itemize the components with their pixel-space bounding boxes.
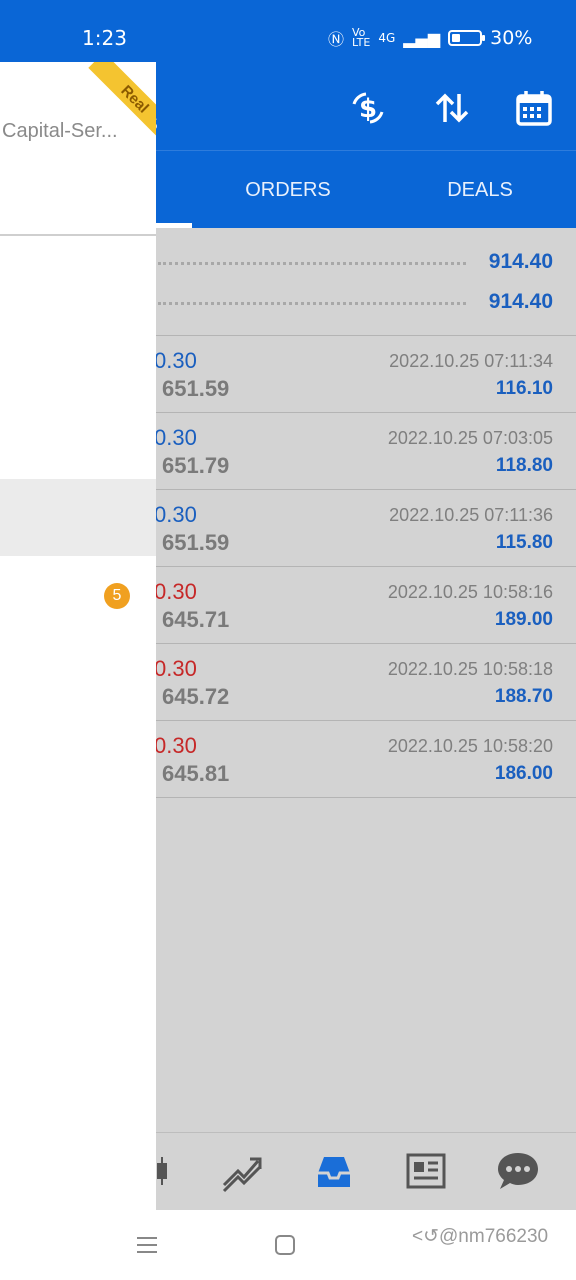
trade-time: 2022.10.25 10:58:18 bbox=[387, 659, 553, 679]
trade-profit: 118.80 bbox=[495, 455, 553, 476]
summary-value: 914.40 bbox=[488, 250, 553, 273]
news-icon[interactable] bbox=[404, 1149, 448, 1193]
trade-volume: 0.30 bbox=[154, 348, 197, 373]
trade-price: 645.72 bbox=[162, 684, 230, 709]
sort-icon[interactable] bbox=[428, 84, 476, 132]
chat-icon[interactable] bbox=[496, 1149, 540, 1193]
trade-time: 2022.10.25 07:11:36 bbox=[389, 505, 553, 525]
trade-profit: 115.80 bbox=[495, 532, 553, 553]
trade-price: 645.71 bbox=[162, 607, 230, 632]
tab-orders[interactable]: ORDERS bbox=[192, 151, 384, 229]
trade-profit: 188.70 bbox=[494, 686, 553, 707]
deposit-icon[interactable]: $ bbox=[344, 84, 392, 132]
trade-chart-icon[interactable] bbox=[220, 1149, 264, 1193]
drawer-divider bbox=[0, 234, 156, 236]
network-type: 4G bbox=[378, 31, 396, 45]
trade-price: 645.81 bbox=[162, 761, 230, 786]
trade-profit: 116.10 bbox=[495, 378, 553, 399]
trade-profit: 186.00 bbox=[494, 763, 553, 784]
status-bar: 1:23 Ⓝ Vo LTE 4G ▂▄▆ 30% bbox=[0, 0, 576, 62]
status-time: 1:23 bbox=[82, 26, 127, 50]
nav-drawer[interactable]: Real Capital-Ser... 5 bbox=[0, 62, 156, 1210]
watermark: <↺@nm766230 bbox=[412, 1226, 549, 1247]
trade-time: 2022.10.25 07:11:34 bbox=[389, 351, 553, 371]
nfc-icon: Ⓝ bbox=[328, 30, 345, 49]
battery-icon bbox=[448, 30, 486, 46]
trade-volume: 0.30 bbox=[154, 502, 197, 527]
tab-deals[interactable]: DEALS bbox=[384, 151, 576, 229]
summary-value: 914.40 bbox=[488, 290, 553, 313]
volte-icon: Vo LTE bbox=[352, 26, 371, 49]
trade-volume: 0.30 bbox=[154, 733, 197, 758]
home-button[interactable] bbox=[274, 1234, 296, 1261]
drawer-item-selected[interactable] bbox=[0, 479, 156, 556]
trade-price: 651.59 bbox=[162, 376, 230, 401]
trade-volume: 0.30 bbox=[154, 579, 197, 604]
notification-badge: 5 bbox=[104, 583, 130, 609]
status-icons: Ⓝ Vo LTE 4G ▂▄▆ 30% bbox=[328, 26, 532, 50]
history-inbox-icon[interactable] bbox=[312, 1149, 356, 1193]
calendar-icon[interactable] bbox=[510, 84, 558, 132]
trade-price: 651.59 bbox=[162, 530, 230, 555]
trade-time: 2022.10.25 10:58:16 bbox=[387, 582, 553, 602]
trade-time: 2022.10.25 10:58:20 bbox=[387, 736, 553, 756]
account-server-name[interactable]: Capital-Ser... bbox=[2, 120, 118, 143]
trade-volume: 0.30 bbox=[154, 425, 197, 450]
signal-icon: ▂▄▆ bbox=[403, 28, 441, 48]
trade-volume: 0.30 bbox=[154, 656, 197, 681]
summary-dots bbox=[158, 302, 466, 305]
trade-price: 651.79 bbox=[162, 453, 230, 478]
trade-profit: 189.00 bbox=[494, 609, 553, 630]
trade-time: 2022.10.25 07:03:05 bbox=[387, 428, 553, 448]
recent-apps-button[interactable] bbox=[136, 1234, 158, 1261]
summary-dots bbox=[158, 262, 466, 265]
battery-level: 30% bbox=[490, 27, 533, 49]
